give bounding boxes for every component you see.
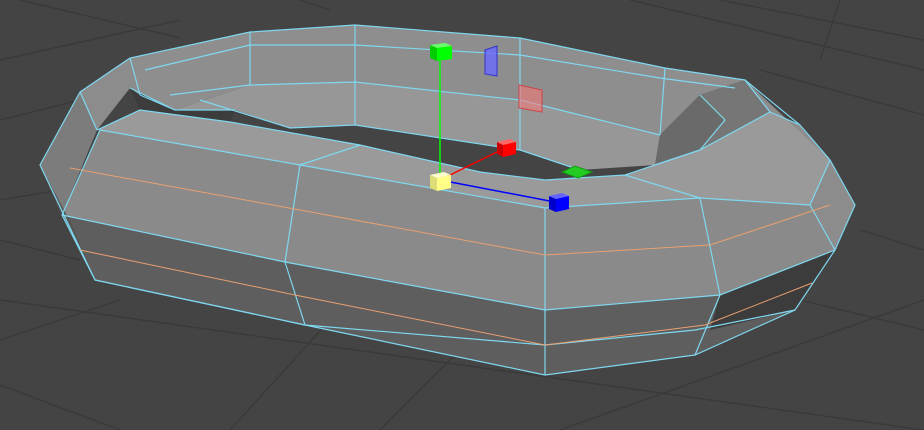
plane-handle-xy[interactable] xyxy=(484,45,498,77)
z-axis-handle[interactable] xyxy=(549,193,569,212)
plane-handle-yz[interactable] xyxy=(518,84,543,113)
3d-viewport[interactable] xyxy=(0,0,924,430)
center-handle[interactable] xyxy=(430,172,451,191)
y-axis-handle[interactable] xyxy=(430,43,452,61)
x-axis-handle[interactable] xyxy=(497,139,516,157)
